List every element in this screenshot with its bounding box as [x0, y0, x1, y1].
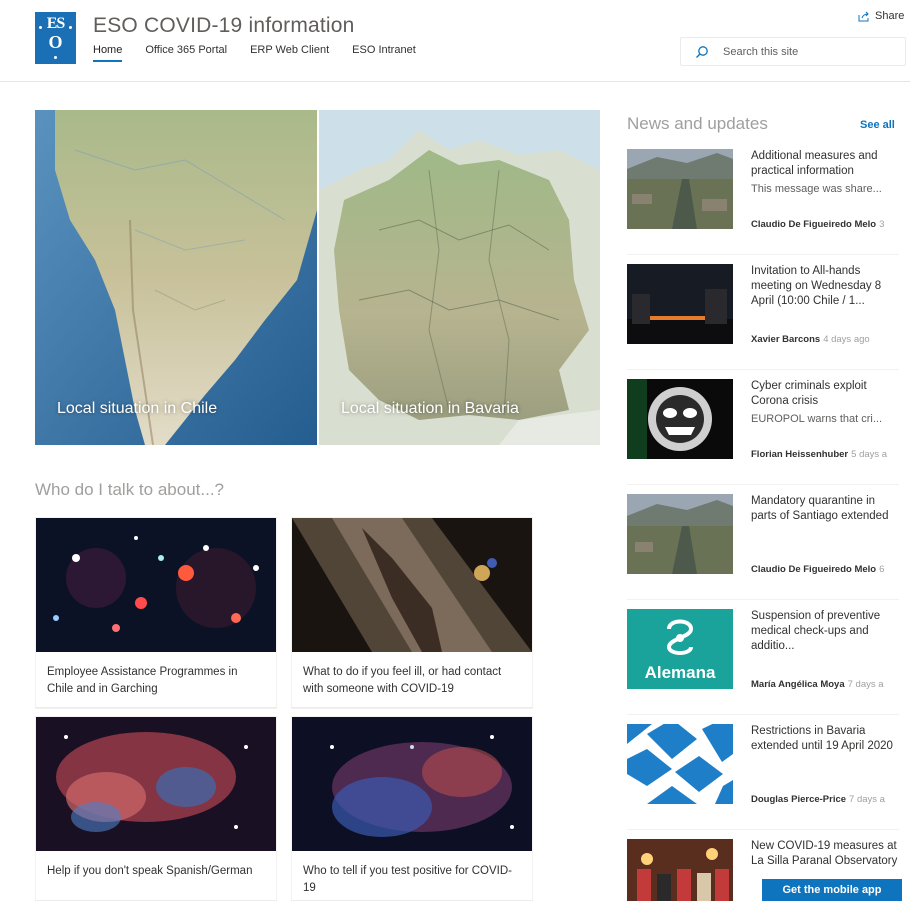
news-item-author[interactable]: Claudio De Figueiredo Melo — [751, 219, 876, 230]
news-item-title: Additional measures and practical inform… — [751, 150, 878, 177]
news-thumbnail — [627, 494, 733, 574]
talk-section-title: Who do I talk to about...? — [35, 480, 225, 499]
news-thumbnail: Alemana — [627, 609, 733, 689]
nebula-blue-image — [292, 717, 532, 851]
news-item-description: This message was share... — [751, 183, 882, 195]
news-item-author[interactable]: María Angélica Moya — [751, 679, 845, 690]
search-input[interactable] — [723, 45, 893, 58]
hero-bavaria-label: Local situation in Bavaria — [341, 400, 519, 417]
share-button[interactable]: Share — [858, 10, 904, 22]
talk-card-caption: Help if you don't speak Spanish/German — [47, 865, 253, 877]
milky-way-image — [292, 518, 532, 652]
news-item[interactable]: Restrictions in Bavaria extended until 1… — [627, 724, 899, 830]
news-title: News and updates — [627, 114, 768, 133]
hero-chile-tile[interactable]: Local situation in Chile — [35, 110, 317, 445]
news-item-meta: Xavier Barcons 4 days ago — [751, 334, 899, 345]
news-item-time: 4 days ago — [823, 334, 870, 345]
news-item[interactable]: Mandatory quarantine in parts of Santiag… — [627, 494, 899, 600]
news-item-description: EUROPOL warns that cri... — [751, 413, 883, 425]
news-item-meta: Florian Heissenhuber 5 days a — [751, 449, 899, 460]
news-see-all-link[interactable]: See all — [860, 119, 895, 131]
news-thumbnail — [627, 379, 733, 459]
hero-bavaria-tile[interactable]: Local situation in Bavaria — [319, 110, 600, 445]
talk-card-employee-assistance[interactable]: Employee Assistance Programmes in Chile … — [36, 518, 276, 708]
nav-office-365-portal[interactable]: Office 365 Portal — [145, 44, 227, 64]
logo-text-top: ES — [46, 15, 66, 32]
news-item[interactable]: Invitation to All-hands meeting on Wedne… — [627, 264, 899, 370]
news-item-author[interactable]: Florian Heissenhuber — [751, 449, 848, 460]
site-header: ES O ESO COVID-19 information Home Offic… — [0, 0, 910, 82]
news-item-author[interactable]: Claudio De Figueiredo Melo — [751, 564, 876, 575]
talk-card-caption: Employee Assistance Programmes in Chile … — [47, 666, 238, 695]
nav-eso-intranet[interactable]: ESO Intranet — [352, 44, 416, 64]
search-icon — [696, 45, 708, 58]
talk-card-feel-ill[interactable]: What to do if you feel ill, or had conta… — [292, 518, 532, 708]
news-item-author[interactable]: Xavier Barcons — [751, 334, 820, 345]
news-thumbnail — [627, 724, 733, 804]
get-mobile-app-button[interactable]: Get the mobile app — [762, 879, 902, 901]
news-item-title: Cyber criminals exploit Corona crisis — [751, 380, 867, 407]
nav-home[interactable]: Home — [93, 44, 123, 64]
news-item-time: 7 days a — [847, 679, 884, 690]
star-cluster-image — [36, 518, 276, 652]
news-item-meta: Douglas Pierce-Price 7 days a — [751, 794, 899, 805]
news-item-time: 6 — [879, 564, 885, 575]
hero-chile-label: Local situation in Chile — [57, 400, 218, 417]
news-item-title: New COVID-19 measures at La Silla Parana… — [751, 840, 898, 867]
south-america-map-image — [35, 110, 317, 445]
share-label: Share — [875, 10, 905, 22]
news-item-author[interactable]: Douglas Pierce-Price — [751, 794, 846, 805]
top-navigation: Home Office 365 Portal ERP Web Client ES… — [93, 44, 416, 64]
logo-text-bottom: O — [48, 32, 63, 52]
nebula-image — [36, 717, 276, 851]
talk-card-caption: Who to tell if you test positive for COV… — [303, 865, 512, 894]
talk-card-test-positive[interactable]: Who to tell if you test positive for COV… — [292, 717, 532, 901]
news-item-time: 5 days a — [851, 449, 888, 460]
news-item-title: Invitation to All-hands meeting on Wedne… — [751, 265, 882, 307]
news-item[interactable]: Alemana Suspension of preventive medical… — [627, 609, 899, 715]
news-item-title: Mandatory quarantine in parts of Santiag… — [751, 495, 889, 522]
news-item[interactable]: Cyber criminals exploit Corona crisis EU… — [627, 379, 899, 485]
news-item-meta: Claudio De Figueiredo Melo 6 — [751, 564, 899, 575]
eso-logo[interactable]: ES O — [35, 12, 76, 64]
news-thumbnail — [627, 264, 733, 344]
talk-card-language-help[interactable]: Help if you don't speak Spanish/German — [36, 717, 276, 901]
talk-card-caption: What to do if you feel ill, or had conta… — [303, 666, 502, 695]
germany-map-image — [319, 110, 600, 445]
news-item-meta: María Angélica Moya 7 days a — [751, 679, 899, 690]
search-box[interactable] — [680, 37, 906, 66]
news-item-meta: Claudio De Figueiredo Melo 3 — [751, 219, 899, 230]
news-item-title: Suspension of preventive medical check-u… — [751, 610, 881, 652]
news-item-time: 3 — [879, 219, 885, 230]
nav-erp-web-client[interactable]: ERP Web Client — [250, 44, 329, 64]
site-title[interactable]: ESO COVID-19 information — [93, 14, 355, 38]
news-item[interactable]: Additional measures and practical inform… — [627, 149, 899, 255]
news-item-title: Restrictions in Bavaria extended until 1… — [751, 725, 893, 752]
alemana-logo-text: Alemana — [644, 663, 716, 682]
news-thumbnail — [627, 839, 733, 901]
news-thumbnail — [627, 149, 733, 229]
share-icon — [858, 11, 869, 22]
news-item-time: 7 days a — [849, 794, 885, 805]
